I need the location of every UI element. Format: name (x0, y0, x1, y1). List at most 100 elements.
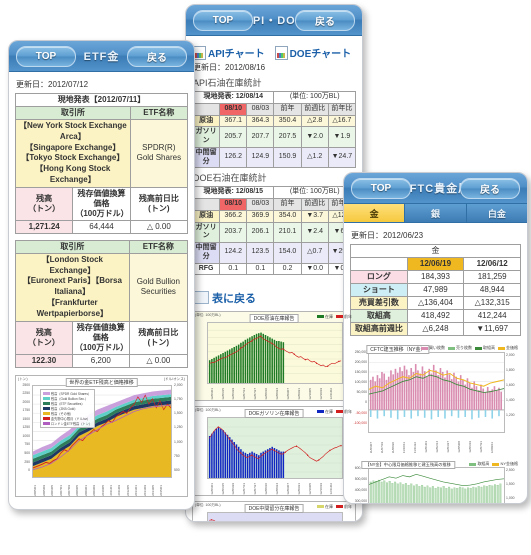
etf-table-block-2: 取引所 ETF名称 【London Stock Exchange】 【Euron… (15, 239, 189, 368)
table-row: 現地発表【2012/07/11】 (15, 93, 188, 107)
etf-balance-2: 122.30 (15, 353, 73, 368)
back-button-cftc[interactable]: 戻る (460, 178, 520, 199)
cftc-cell: 184,393 (406, 270, 465, 284)
doe-col-2: 08/03 (246, 198, 275, 211)
etf-h-balance-1: 残高 （トン） (14, 186, 74, 221)
top-button-etf[interactable]: TOP (16, 46, 76, 67)
api-doe-updated: 更新日：2012/08/16 (193, 63, 266, 72)
etf-h-balance-2: 残高 （トン） (15, 320, 73, 355)
back-button-etf[interactable]: 戻る (127, 46, 187, 67)
table-row: 現地発表: 12/08/15 (単位: 100万BL) (191, 186, 356, 199)
legend-label: 在庫 (325, 313, 333, 319)
doe-distillate-chart[interactable]: (単位: 100万BL) DOE中間留分在庫報告 在庫 前年 (192, 500, 356, 521)
api-col-5: 前年比 (327, 102, 357, 116)
cftc-cell: △132,315 (463, 296, 521, 310)
table-row: 現地発表: 12/08/14 (単位: 100万BL) (191, 91, 356, 104)
legend-label: 前年 (344, 503, 352, 509)
cftc-tabs[interactable]: 金 銀 白金 (344, 204, 527, 223)
back-to-table-label: 表に戻る (212, 292, 256, 305)
tab-silver[interactable]: 銀 (405, 204, 467, 222)
doe-cell: ▼2.4 (300, 221, 329, 243)
etf-exchanges-1: 【New York Stock Exchange Arca】 【Singapor… (15, 119, 131, 188)
doe-distillate-plot (207, 511, 343, 521)
panel-api-doe[interactable]: TOP API・DOE 戻る APIチャート DOEチャート 更新日：2012/… (185, 4, 363, 522)
doe-chart-link[interactable]: DOEチャート (274, 45, 351, 60)
table-row: 残高 （トン） 残存価値換算価格 （100万ドル） 残高前日比 (トン) (15, 320, 189, 355)
table-row: 12/06/19 12/06/12 (350, 257, 521, 271)
cftc-open-interest-chart[interactable]: CFTC建玉推移（NY金） 買い枚数 売り枚数 取組高 金価格 250,000 … (350, 343, 521, 453)
doe-row-label: RFG (191, 262, 221, 276)
doe-cell: 366.2 (219, 209, 248, 223)
panel-etf-gold[interactable]: TOP ETF金 戻る 更新日：2012/07/12 現地発表【2012/07/… (8, 40, 195, 510)
cftc-cell: 418,492 (406, 309, 465, 323)
api-unit: (単位: 100万BL) (273, 91, 356, 104)
titlebar-etf: TOP ETF金 戻る (9, 41, 194, 72)
cftc-chart2-yaxis-left: 600,000500,000 400,000300,000 (354, 466, 367, 503)
titlebar-cftc: TOP CFTC貴金属 戻る (344, 173, 527, 204)
etf-updated: 更新日：2012/07/12 (16, 80, 89, 89)
legend-label: 売り枚数 (456, 345, 472, 350)
doe-gasoline-chart-legend: 在庫 前年 (317, 409, 352, 415)
etf-chart-yaxis-right: 2,000 1,750 1,500 1,250 1,000 750 500 (174, 382, 183, 473)
cftc-updated: 更新日：2012/06/23 (351, 231, 424, 240)
doe-cell: 369.9 (246, 209, 275, 223)
doe-crude-chart-unit: (単位: 100万BL) (195, 312, 221, 317)
api-chart-link[interactable]: APIチャート (193, 45, 265, 60)
etf-gold-chart[interactable]: (トン) (ドル/オンス) 世界の金ETF残高と価格推移 残高（SPDR Gol… (15, 374, 188, 497)
doe-gasoline-chart[interactable]: (単位: 100万BL) DOEガソリン在庫報告 在庫 前年 12/06/01 … (192, 405, 356, 496)
cftc-cell: △136,404 (406, 296, 465, 310)
cftc-corner-cell (350, 257, 408, 271)
api-announce: 現地発表: 12/08/14 (191, 91, 275, 104)
table-row: 取組高 418,492 412,244 (350, 309, 521, 323)
legend-label: NY金価格 (500, 461, 518, 466)
cftc-price-oi-chart[interactable]: 【NY金】中心限月価格推移と建玉残高の推移 取組高 NY金価格 500,000 … (350, 459, 521, 503)
back-to-table-link[interactable]: 表に戻る (194, 290, 356, 306)
chart-links: APIチャート DOEチャート (193, 45, 356, 60)
table-row: 08/10 08/03 前年 前週比 前年比 (191, 198, 357, 211)
cftc-table-title: 金 (350, 244, 521, 258)
cftc-cell: 412,244 (463, 309, 521, 323)
top-button-cftc[interactable]: TOP (351, 178, 411, 199)
table-row: 08/10 08/03 前年 前週比 前年比 (191, 102, 357, 116)
cftc-chart-yaxis-left: 250,000 200,000 150,000 100,000 50,000 0 -50… (353, 350, 367, 426)
etf-value-2: 6,200 (71, 353, 130, 368)
doe-row-label: 原油 (191, 209, 221, 223)
cftc-row-label: ショート (350, 283, 408, 297)
etf-exchanges-2: 【London Stock Exchange】 【Euronext Paris】… (15, 252, 130, 322)
doe-cell: ▼3.7 (300, 209, 329, 223)
etf-name-2: Gold Bullion Securities (128, 252, 189, 322)
etf-balance-1: 1,271.24 (14, 219, 74, 234)
legend-label: 買い枚数 (429, 345, 445, 350)
table-row: 122.30 6,200 △ 0.00 (15, 353, 189, 368)
table-icon (194, 291, 209, 305)
screen: TOP API・DOE 戻る APIチャート DOEチャート 更新日：2012/… (0, 0, 531, 555)
panel-cftc-precious-metals[interactable]: TOP CFTC貴金属 戻る 金 銀 白金 更新日：2012/06/23 金 1… (343, 172, 528, 504)
api-col-1: 08/10 (219, 102, 248, 116)
back-button-api-doe[interactable]: 戻る (295, 10, 355, 31)
doe-caption: DOE石油在庫統計 (193, 173, 267, 184)
doe-gasoline-chart-unit: (単位: 100万BL) (195, 407, 221, 412)
api-cell: 367.1 (219, 114, 248, 128)
etf-chart-legend: 残高（SPDR Gold Shares） 残高（Gold Bullion Sec… (39, 389, 95, 429)
cftc-chart2-yaxis-right: 2,500 1,500 1,000 (506, 467, 515, 501)
tab-platinum[interactable]: 白金 (466, 204, 527, 222)
etf-chart-plot: 残高（SPDR Gold Shares） 残高（Gold Bullion Sec… (32, 384, 172, 478)
doe-crude-chart[interactable]: (単位: 100万BL) DOE原油在庫報告 在庫 前年 12/06/01 12… (192, 310, 356, 401)
doe-footnote (192, 275, 356, 283)
table-row: 中間留分 124.2 123.5 154.0 △0.7 ▼29.8 (191, 242, 357, 264)
etf-value-1: 64,444 (72, 219, 131, 234)
tab-gold[interactable]: 金 (344, 204, 406, 222)
cftc-cell: 48,944 (463, 283, 521, 297)
doe-cell: 354.0 (273, 209, 302, 223)
doe-gasoline-chart-title: DOEガソリン在庫報告 (244, 408, 304, 418)
top-button-api-doe[interactable]: TOP (193, 10, 253, 31)
table-row: 【New York Stock Exchange Arca】 【Singapor… (15, 119, 189, 188)
doe-cell: 210.1 (273, 221, 302, 243)
cftc-cell: 181,259 (463, 270, 521, 284)
etf-name-1: SPDR(R) Gold Shares (129, 119, 189, 188)
etf-announce-header: 現地発表【2012/07/11】 (15, 93, 188, 107)
cftc-chart-yaxis-right: 2,000 1,800 1,600 1,400 1,200 (506, 353, 515, 418)
api-cell: 207.7 (246, 126, 275, 148)
cftc-chart-xaxis: 11/06/07 11/07/19 11/08/30 11/10/11 11/11/… (369, 441, 494, 453)
etf-col-exchange: 取引所 (15, 106, 131, 120)
